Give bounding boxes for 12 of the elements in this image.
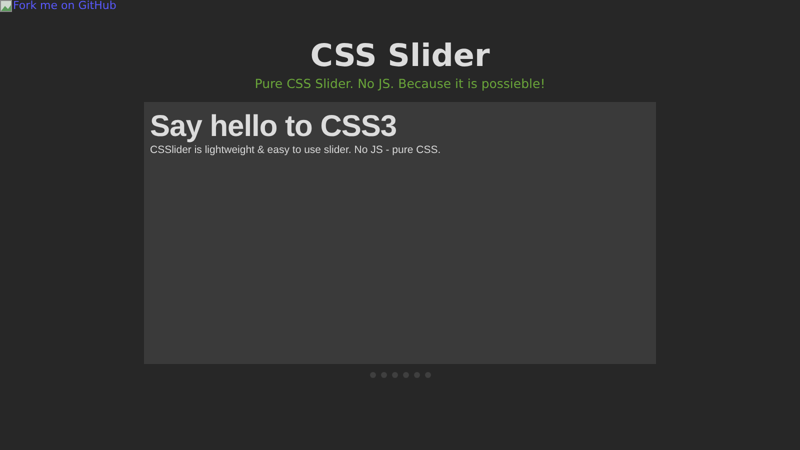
slide-dot[interactable] [380,372,386,378]
slide-dot[interactable] [370,372,376,378]
subtitle: Pure CSS Slider. No JS. Because it is possieble! [254,75,546,94]
slide-dot[interactable] [424,372,430,378]
slide-dot[interactable] [402,372,408,378]
slide-dot[interactable] [392,372,398,378]
github-link[interactable]: Fork me on GitHub [0,0,116,12]
slide-heading: Say hello to CSS3 [150,110,397,143]
page-title: CSS Slider [310,38,490,76]
broken-image-icon [0,0,12,12]
slide-text: CSSlider is lightweight & easy to use slider. No JS - pure CSS. [150,142,441,158]
slide-dot[interactable] [414,372,420,378]
